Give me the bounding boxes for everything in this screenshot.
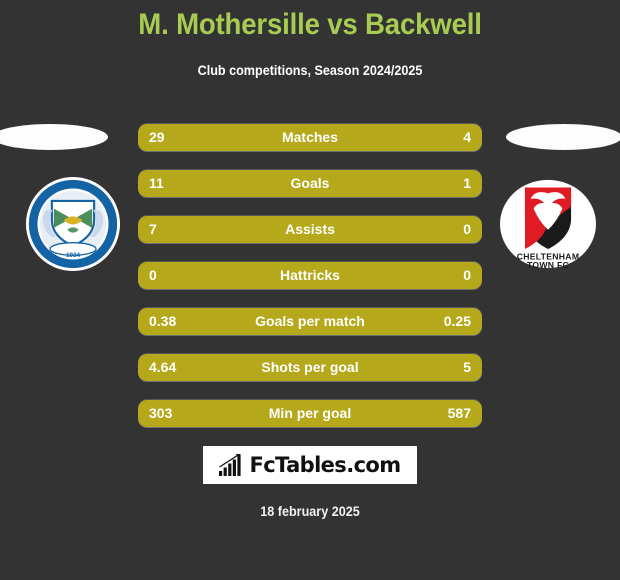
stat-row: 303 Min per goal 587	[138, 400, 482, 427]
stat-label: Goals	[290, 175, 330, 191]
home-team-badge: 1934	[25, 176, 121, 272]
left-badge-backdrop-ellipse	[0, 124, 108, 150]
away-team-badge: CHELTENHAM TOWN FC	[500, 176, 596, 272]
stat-away-value: 1	[463, 175, 471, 191]
stat-label: Min per goal	[268, 405, 352, 421]
stat-label: Matches	[281, 129, 339, 145]
page-subtitle: Club competitions, Season 2024/2025	[197, 62, 423, 78]
svg-text:1934: 1934	[66, 252, 80, 259]
stat-label: Assists	[285, 221, 335, 237]
stat-row: 29 Matches 4	[138, 124, 482, 151]
stat-away-value: 587	[447, 405, 471, 421]
stat-away-value: 0	[463, 267, 471, 283]
stat-row: 0.38 Goals per match 0.25	[138, 308, 482, 335]
stat-row: 0 Hattricks 0	[138, 262, 482, 289]
stat-row: 11 Goals 1	[138, 170, 482, 197]
logo-text: FcTables.com	[249, 453, 401, 477]
svg-text:TOWN FC: TOWN FC	[527, 260, 569, 270]
stat-away-value: 5	[463, 359, 471, 375]
stat-away-value: 0	[463, 221, 471, 237]
cheltenham-town-crest-icon: CHELTENHAM TOWN FC	[500, 179, 596, 270]
stat-row: 7 Assists 0	[138, 216, 482, 243]
fctables-logo[interactable]: FcTables.com	[203, 446, 417, 484]
stats-list: 29 Matches 4 11 Goals 1 7 Assists 0 0 Ha…	[138, 124, 482, 427]
right-badge-backdrop-ellipse	[506, 124, 620, 150]
stat-away-value: 4	[463, 129, 471, 145]
peterborough-united-crest-icon: 1934	[25, 176, 121, 272]
footer-date: 18 february 2025	[260, 503, 360, 519]
page-title: M. Mothersille vs Backwell	[138, 8, 482, 41]
stat-label: Goals per match	[255, 313, 365, 329]
stat-comparison-page: M. Mothersille vs Backwell Club competit…	[0, 0, 620, 580]
stat-away-value: 0.25	[443, 313, 471, 329]
stat-row: 4.64 Shots per goal 5	[138, 354, 482, 381]
stat-label: Shots per goal	[261, 359, 359, 375]
stat-label: Hattricks	[280, 267, 340, 283]
bar-chart-trend-icon	[219, 454, 242, 476]
